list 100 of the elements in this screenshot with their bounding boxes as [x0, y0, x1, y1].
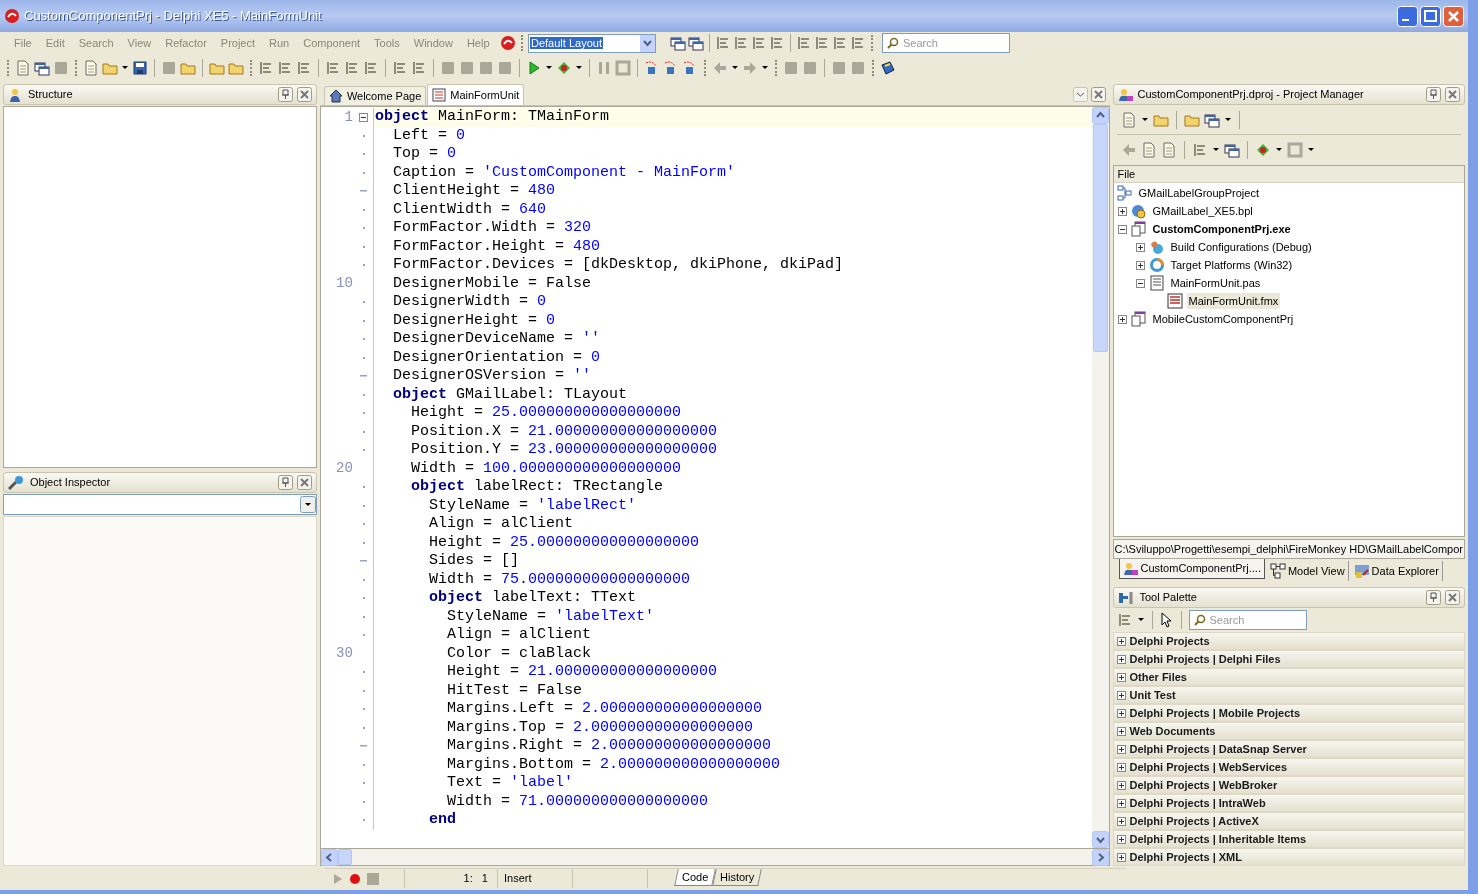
pointer-icon[interactable] — [1159, 612, 1174, 628]
align-icon[interactable] — [832, 35, 848, 51]
align-icon[interactable] — [796, 35, 812, 51]
folder-icon[interactable] — [180, 60, 196, 76]
palette-category[interactable]: Delphi Projects | WebServices — [1112, 758, 1465, 776]
expand-icon[interactable] — [1116, 816, 1126, 826]
play-icon[interactable] — [526, 60, 542, 76]
expand-icon[interactable] — [1116, 708, 1126, 718]
close-icon[interactable] — [296, 475, 312, 490]
expand-icon[interactable] — [1116, 798, 1126, 808]
windows-icon[interactable] — [670, 35, 686, 51]
scroll-thumb[interactable] — [1092, 124, 1108, 352]
expand-icon[interactable] — [1135, 260, 1145, 270]
palette-category[interactable]: Unit Test — [1112, 686, 1465, 704]
editor-tab[interactable]: Welcome Page — [323, 86, 427, 105]
tree-item[interactable]: GMailLabelGroupProject — [1136, 184, 1261, 202]
align-icon[interactable] — [277, 60, 293, 76]
code-editor[interactable] — [319, 106, 1110, 849]
scroll-right-icon[interactable] — [1091, 849, 1109, 866]
align-icon[interactable] — [325, 60, 341, 76]
palette-category[interactable]: Delphi Projects | Mobile Projects — [1112, 704, 1465, 722]
collapse-icon[interactable] — [359, 112, 369, 122]
dropdown-icon[interactable] — [640, 34, 655, 52]
expand-icon[interactable] — [1117, 206, 1127, 216]
windows-icon[interactable] — [688, 35, 704, 51]
layout-combo[interactable]: Default Layout — [528, 33, 656, 53]
tree-item[interactable]: MobileCustomComponentPrj — [1150, 310, 1296, 328]
align-icon[interactable] — [411, 60, 427, 76]
scroll-down-icon[interactable] — [1091, 831, 1109, 848]
folder-icon[interactable] — [209, 60, 225, 76]
dropdown-icon[interactable] — [299, 496, 316, 513]
align-icon[interactable] — [296, 60, 312, 76]
object-selector[interactable] — [3, 494, 317, 515]
folder-icon[interactable] — [228, 60, 244, 76]
expand-icon[interactable] — [1116, 834, 1126, 844]
align-icon[interactable] — [814, 35, 830, 51]
expand-icon[interactable] — [1116, 780, 1126, 790]
pin-icon[interactable] — [277, 475, 293, 490]
expand-icon[interactable] — [1116, 762, 1126, 772]
expand-icon[interactable] — [1116, 672, 1126, 682]
expand-icon[interactable] — [1116, 690, 1126, 700]
align-icon[interactable] — [363, 60, 379, 76]
tree-item[interactable]: CustomComponentPrj.exe — [1150, 220, 1293, 238]
horizontal-scrollbar[interactable] — [319, 849, 1110, 866]
tree-item[interactable]: MainFormUnit.fmx — [1186, 292, 1281, 310]
expand-icon[interactable] — [1116, 726, 1126, 736]
book-icon[interactable] — [880, 60, 896, 76]
page-icon[interactable] — [1160, 142, 1177, 158]
maximize-icon[interactable] — [1420, 5, 1441, 27]
page-icon[interactable] — [1140, 142, 1157, 158]
view-tab[interactable]: History — [712, 869, 763, 886]
record-icon[interactable] — [349, 872, 361, 885]
pin-icon[interactable] — [1426, 87, 1441, 102]
expand-icon[interactable] — [1135, 242, 1145, 252]
align-icon[interactable] — [392, 60, 408, 76]
palette-category[interactable]: Delphi Projects — [1112, 632, 1465, 650]
close-icon[interactable] — [296, 87, 312, 102]
expand-icon[interactable] — [1116, 636, 1126, 646]
align-icon[interactable] — [715, 35, 731, 51]
vertical-scrollbar[interactable] — [1091, 107, 1109, 848]
collapse-icon[interactable] — [1117, 224, 1127, 234]
panel-tab[interactable]: Model View — [1266, 561, 1349, 581]
chevron-icon[interactable] — [1072, 87, 1088, 102]
tree-item[interactable]: Target Platforms (Win32) — [1168, 256, 1295, 274]
tree-item[interactable]: GMailLabel_XE5.bpl — [1150, 202, 1255, 220]
palette-category[interactable]: Web Documents — [1112, 722, 1465, 740]
close-icon[interactable] — [1445, 87, 1460, 102]
panel-tab[interactable]: Data Explorer — [1350, 561, 1443, 581]
tree-item[interactable]: MainFormUnit.pas — [1168, 274, 1263, 292]
expand-icon[interactable] — [1117, 314, 1127, 324]
align-icon[interactable] — [850, 35, 866, 51]
column-header[interactable]: File — [1113, 166, 1464, 183]
palette-category[interactable]: Delphi Projects | IntraWeb — [1112, 794, 1465, 812]
view-tab[interactable]: Code — [674, 869, 717, 886]
palette-category[interactable]: Delphi Projects | XML — [1112, 848, 1465, 866]
close-icon[interactable] — [1090, 87, 1106, 102]
align-icon[interactable] — [769, 35, 785, 51]
folder-icon[interactable] — [1183, 112, 1200, 128]
palette-category[interactable]: Delphi Projects | DataSnap Server — [1112, 740, 1465, 758]
scroll-left-icon[interactable] — [320, 849, 338, 866]
pin-icon[interactable] — [1426, 590, 1441, 605]
windows-icon[interactable] — [1223, 142, 1240, 158]
page-icon[interactable] — [83, 60, 99, 76]
expand-icon[interactable] — [1116, 852, 1126, 862]
pin-icon[interactable] — [277, 87, 293, 102]
align-icon[interactable] — [258, 60, 274, 76]
minimize-icon[interactable] — [1397, 5, 1418, 27]
scroll-up-icon[interactable] — [1091, 107, 1109, 124]
windows-icon[interactable] — [1203, 112, 1220, 128]
panel-tab[interactable]: CustomComponentPrj.... — [1118, 559, 1265, 579]
palette-category[interactable]: Delphi Projects | ActiveX — [1112, 812, 1465, 830]
swirl-icon[interactable] — [500, 35, 516, 51]
expand-icon[interactable] — [1116, 744, 1126, 754]
collapse-icon[interactable] — [1135, 278, 1145, 288]
expand-icon[interactable] — [1116, 654, 1126, 664]
align-icon[interactable] — [344, 60, 360, 76]
align-icon[interactable] — [751, 35, 767, 51]
editor-tab[interactable]: MainFormUnit — [427, 84, 525, 105]
close-icon[interactable] — [1445, 590, 1460, 605]
page-icon[interactable] — [15, 60, 31, 76]
